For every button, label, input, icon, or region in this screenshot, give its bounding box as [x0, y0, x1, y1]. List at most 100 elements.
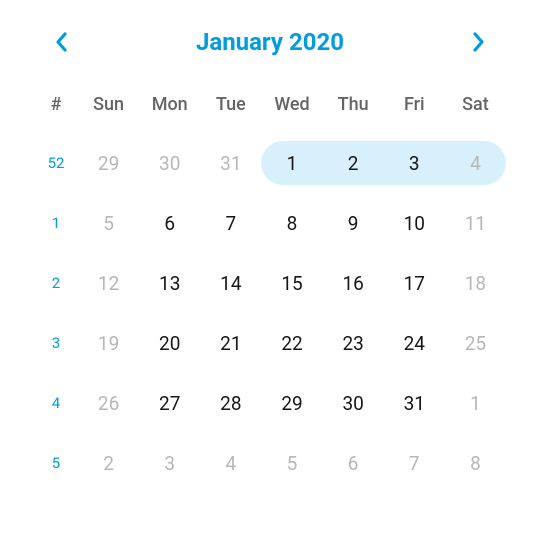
next-month-button[interactable] [464, 28, 492, 56]
calendar-grid: # Sun Mon Tue Wed Thu Fri Sat 5229303112… [34, 82, 506, 493]
day-cell[interactable]: 11 [445, 193, 506, 253]
day-number: 8 [445, 441, 506, 485]
day-cell[interactable]: 25 [445, 313, 506, 373]
day-cell[interactable]: 1 [261, 133, 322, 193]
day-cell[interactable]: 8 [445, 433, 506, 493]
day-number: 2 [78, 441, 139, 485]
day-number: 14 [200, 261, 261, 305]
day-number: 6 [139, 201, 200, 245]
day-number: 7 [384, 441, 445, 485]
week-number: 1 [34, 193, 78, 253]
day-cell[interactable]: 10 [384, 193, 445, 253]
day-number: 16 [323, 261, 384, 305]
day-number: 24 [384, 321, 445, 365]
day-number: 10 [384, 201, 445, 245]
day-number: 18 [445, 261, 506, 305]
day-number: 27 [139, 381, 200, 425]
weekday-header: Wed [261, 82, 322, 133]
day-cell[interactable]: 12 [78, 253, 139, 313]
day-cell[interactable]: 13 [139, 253, 200, 313]
day-number: 31 [384, 381, 445, 425]
day-cell[interactable]: 6 [139, 193, 200, 253]
day-cell[interactable]: 29 [261, 373, 322, 433]
day-number: 20 [139, 321, 200, 365]
day-number: 12 [78, 261, 139, 305]
day-cell[interactable]: 19 [78, 313, 139, 373]
day-number: 29 [78, 141, 139, 185]
day-number: 4 [445, 141, 506, 185]
day-number: 2 [323, 141, 384, 185]
day-number: 7 [200, 201, 261, 245]
day-cell[interactable]: 24 [384, 313, 445, 373]
day-number: 5 [261, 441, 322, 485]
day-cell[interactable]: 14 [200, 253, 261, 313]
weekday-header: Thu [323, 82, 384, 133]
day-cell[interactable]: 16 [323, 253, 384, 313]
weekday-header: Sun [78, 82, 139, 133]
day-cell[interactable]: 26 [78, 373, 139, 433]
day-cell[interactable]: 2 [323, 133, 384, 193]
prev-month-button[interactable] [48, 28, 76, 56]
day-cell[interactable]: 1 [445, 373, 506, 433]
day-cell[interactable]: 20 [139, 313, 200, 373]
day-cell[interactable]: 31 [200, 133, 261, 193]
day-cell[interactable]: 8 [261, 193, 322, 253]
day-cell[interactable]: 27 [139, 373, 200, 433]
day-number: 29 [261, 381, 322, 425]
day-number: 5 [78, 201, 139, 245]
week-number: 3 [34, 313, 78, 373]
day-cell[interactable]: 9 [323, 193, 384, 253]
day-cell[interactable]: 31 [384, 373, 445, 433]
day-number: 30 [139, 141, 200, 185]
day-cell[interactable]: 5 [261, 433, 322, 493]
weekday-header: Tue [200, 82, 261, 133]
day-number: 23 [323, 321, 384, 365]
day-cell[interactable]: 7 [200, 193, 261, 253]
day-number: 15 [261, 261, 322, 305]
calendar-title[interactable]: January 2020 [196, 28, 344, 56]
week-number-header: # [34, 82, 78, 133]
day-number: 28 [200, 381, 261, 425]
day-number: 1 [445, 381, 506, 425]
day-cell[interactable]: 28 [200, 373, 261, 433]
day-number: 21 [200, 321, 261, 365]
week-number: 2 [34, 253, 78, 313]
day-number: 9 [323, 201, 384, 245]
calendar-header: January 2020 [34, 28, 506, 82]
day-cell[interactable]: 18 [445, 253, 506, 313]
day-number: 17 [384, 261, 445, 305]
day-cell[interactable]: 15 [261, 253, 322, 313]
weekday-header: Sat [445, 82, 506, 133]
day-cell[interactable]: 7 [384, 433, 445, 493]
day-cell[interactable]: 3 [139, 433, 200, 493]
day-number: 25 [445, 321, 506, 365]
day-cell[interactable]: 17 [384, 253, 445, 313]
day-cell[interactable]: 23 [323, 313, 384, 373]
day-cell[interactable]: 29 [78, 133, 139, 193]
day-cell[interactable]: 21 [200, 313, 261, 373]
day-number: 22 [261, 321, 322, 365]
day-number: 26 [78, 381, 139, 425]
chevron-right-icon [470, 31, 486, 53]
day-number: 31 [200, 141, 261, 185]
day-cell[interactable]: 5 [78, 193, 139, 253]
week-number: 5 [34, 433, 78, 493]
day-cell[interactable]: 3 [384, 133, 445, 193]
day-number: 8 [261, 201, 322, 245]
chevron-left-icon [54, 31, 70, 53]
day-number: 4 [200, 441, 261, 485]
day-cell[interactable]: 30 [323, 373, 384, 433]
day-cell[interactable]: 2 [78, 433, 139, 493]
day-cell[interactable]: 22 [261, 313, 322, 373]
calendar: January 2020 # Sun Mon Tue Wed Thu Fri S… [0, 0, 540, 513]
weekday-header: Mon [139, 82, 200, 133]
day-number: 19 [78, 321, 139, 365]
day-cell[interactable]: 4 [200, 433, 261, 493]
day-number: 3 [384, 141, 445, 185]
week-number: 4 [34, 373, 78, 433]
day-number: 3 [139, 441, 200, 485]
day-cell[interactable]: 30 [139, 133, 200, 193]
day-cell[interactable]: 6 [323, 433, 384, 493]
weekday-header: Fri [384, 82, 445, 133]
day-cell[interactable]: 4 [445, 133, 506, 193]
